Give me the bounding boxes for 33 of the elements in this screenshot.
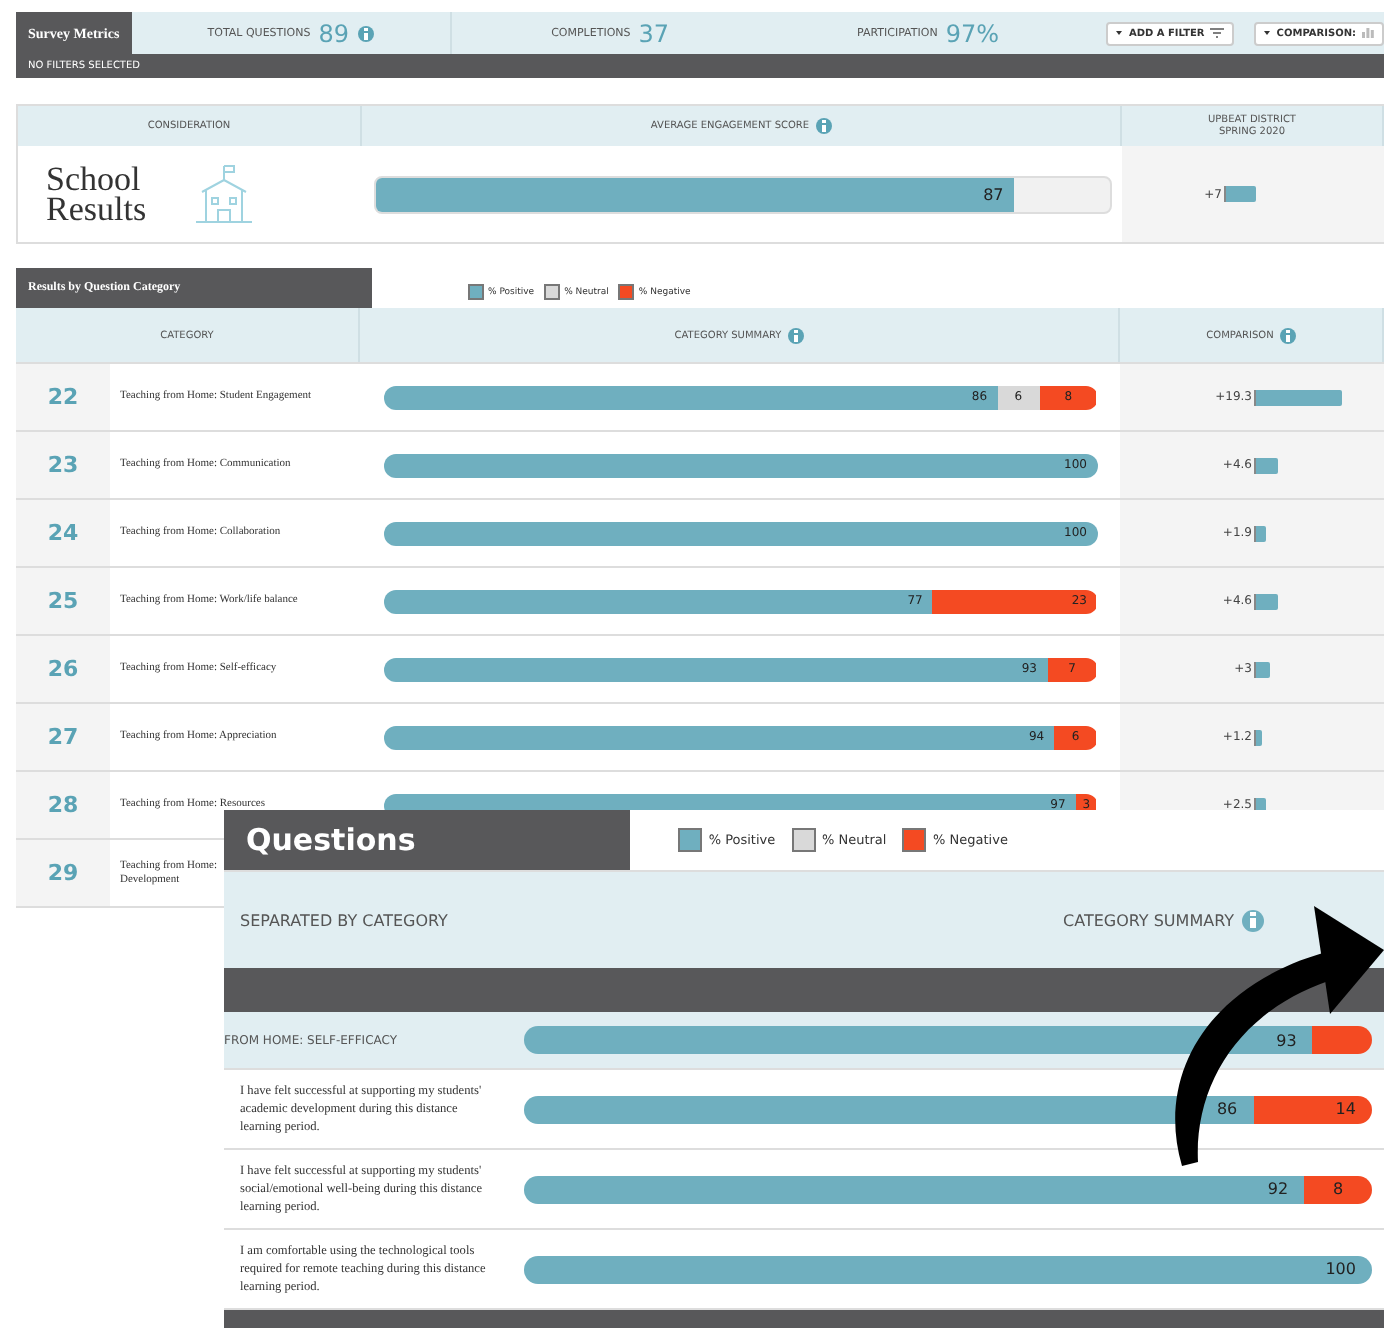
school-results-title: School Results [46,164,149,224]
info-icon[interactable] [1279,327,1296,343]
category-number: 25 [16,568,110,634]
info-icon[interactable] [1242,909,1264,931]
negative-segment: 14 [1253,1095,1372,1123]
filter-icon [1210,28,1225,38]
positive-segment: 93 [524,1026,1313,1054]
score-fill: 87 [375,177,1014,211]
positive-segment: 86 [524,1095,1254,1123]
category-number: 28 [16,772,110,838]
info-icon[interactable] [815,118,832,134]
bar-chart-icon [1362,28,1375,38]
category-number: 27 [16,704,110,770]
info-icon[interactable] [357,25,373,41]
caret-icon [1264,30,1271,36]
negative-segment [1312,1026,1372,1054]
positive-segment: 100 [524,1255,1372,1283]
positive-segment: 92 [524,1175,1305,1203]
category-number: 26 [16,636,110,702]
stat-value: 97% [945,19,999,47]
caret-icon [1116,30,1123,36]
questions-title: Questions [224,810,630,870]
category-number: 23 [16,432,110,498]
school-icon [194,164,254,224]
category-number: 29 [16,840,110,906]
column-header: CATEGORY SUMMARY [1063,911,1234,929]
column-header: SEPARATED BY CATEGORY [240,911,448,929]
stat-value: 37 [638,19,670,47]
info-icon[interactable] [787,327,804,343]
category-number: 24 [16,500,110,566]
category-number: 22 [16,364,110,430]
stat-value: 89 [318,19,349,47]
negative-segment: 8 [1304,1175,1372,1203]
